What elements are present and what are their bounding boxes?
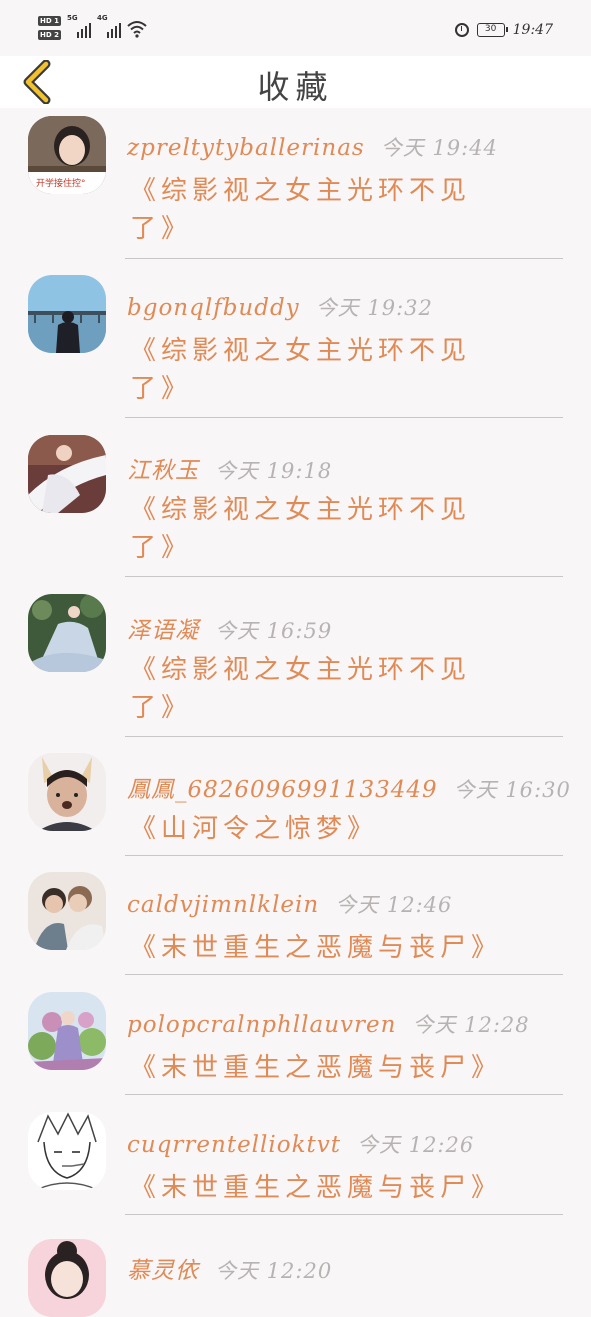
list-item[interactable]: 泽语凝 今天 16:59 《综影视之女主光环不见了》: [0, 587, 591, 746]
book-title[interactable]: 《末世重生之恶魔与丧尸》: [130, 1049, 510, 1087]
status-left: HD 1 HD 2 5G 4G: [38, 14, 147, 40]
user-name: 慕灵依: [127, 1258, 199, 1284]
book-title[interactable]: 《综影视之女主光环不见了》: [130, 332, 510, 408]
avatar[interactable]: [28, 435, 106, 513]
user-name-line: zpreltytyballerinas 今天 19:44: [127, 132, 498, 162]
favorite-time: 今天 19:18: [215, 459, 333, 483]
book-title[interactable]: 《综影视之女主光环不见了》: [130, 172, 510, 248]
favorites-list: 开学接住控° zpreltytyballerinas 今天 19:44 《综影视之…: [0, 108, 591, 1317]
favorite-time: 今天 12:28: [412, 1013, 530, 1037]
divider: [125, 1094, 563, 1095]
list-item[interactable]: 江秋玉 今天 19:18 《综影视之女主光环不见了》: [0, 427, 591, 587]
user-name: cuqrrentellioktvt: [127, 1132, 342, 1158]
favorite-time: 今天 19:32: [315, 296, 433, 320]
sim2-badge: HD 2: [38, 30, 61, 40]
favorite-time: 今天 12:20: [215, 1259, 333, 1283]
list-item[interactable]: 慕灵依 今天 12:20: [0, 1225, 591, 1317]
avatar[interactable]: [28, 872, 106, 950]
status-time: 19:47: [512, 22, 553, 38]
book-title[interactable]: 《末世重生之恶魔与丧尸》: [130, 929, 510, 967]
avatar[interactable]: 开学接住控°: [28, 116, 106, 194]
favorite-time: 今天 19:44: [380, 136, 498, 160]
net1-label: 5G: [66, 14, 78, 22]
avatar-caption: 开学接住控°: [36, 177, 86, 189]
book-title[interactable]: 《山河令之惊梦》: [130, 810, 510, 848]
user-name-line: caldvjimnlklein 今天 12:46: [127, 889, 452, 919]
favorite-time: 今天 12:26: [357, 1133, 475, 1157]
book-title[interactable]: 《综影视之女主光环不见了》: [130, 651, 510, 727]
net2-label: 4G: [96, 14, 108, 22]
status-bar: HD 1 HD 2 5G 4G 30 19:47: [0, 0, 591, 56]
signal-icon: 4G: [96, 14, 121, 38]
divider: [125, 1214, 563, 1215]
list-item[interactable]: polopcralnphllauvren 今天 12:28 《末世重生之恶魔与丧尸…: [0, 985, 591, 1105]
favorite-time: 今天 16:30: [453, 778, 571, 802]
divider: [125, 855, 563, 856]
user-name: zpreltytyballerinas: [127, 135, 365, 161]
divider: [125, 736, 563, 737]
battery-icon: 30: [476, 23, 508, 37]
list-item[interactable]: cuqrrentellioktvt 今天 12:26 《末世重生之恶魔与丧尸》: [0, 1105, 591, 1225]
user-name-line: 江秋玉 今天 19:18: [127, 451, 332, 485]
user-name: 江秋玉: [127, 458, 199, 484]
avatar[interactable]: [28, 1112, 106, 1190]
nav-bar: 收藏: [0, 56, 591, 108]
status-right: 30 19:47: [454, 22, 553, 38]
divider: [125, 258, 563, 259]
avatar[interactable]: [28, 1239, 106, 1317]
user-name: bgonqlfbuddy: [127, 295, 300, 321]
list-item[interactable]: bgonqlfbuddy 今天 19:32 《综影视之女主光环不见了》: [0, 268, 591, 427]
list-item[interactable]: 开学接住控° zpreltytyballerinas 今天 19:44 《综影视之…: [0, 108, 591, 268]
avatar[interactable]: [28, 753, 106, 831]
user-name-line: bgonqlfbuddy 今天 19:32: [127, 292, 433, 322]
page-title: 收藏: [257, 68, 334, 106]
avatar[interactable]: [28, 992, 106, 1070]
list-item[interactable]: caldvjimnlklein 今天 12:46 《末世重生之恶魔与丧尸》: [0, 865, 591, 985]
user-name-line: cuqrrentellioktvt 今天 12:26: [127, 1129, 474, 1159]
avatar[interactable]: [28, 275, 106, 353]
user-name-line: 泽语凝 今天 16:59: [127, 611, 332, 645]
list-item[interactable]: 鳳鳳_6826096991133449 今天 16:30 《山河令之惊梦》: [0, 746, 591, 865]
user-name-line: polopcralnphllauvren 今天 12:28: [127, 1009, 530, 1039]
sim1-badge: HD 1: [38, 16, 61, 26]
book-title[interactable]: 《综影视之女主光环不见了》: [130, 491, 510, 567]
user-name: 鳳鳳_6826096991133449: [127, 777, 438, 803]
user-name-line: 鳳鳳_6826096991133449 今天 16:30: [127, 770, 571, 804]
book-title[interactable]: 《末世重生之恶魔与丧尸》: [130, 1169, 510, 1207]
favorite-time: 今天 12:46: [335, 893, 453, 917]
user-name: 泽语凝: [127, 618, 199, 644]
user-name: caldvjimnlklein: [127, 892, 320, 918]
avatar[interactable]: [28, 594, 106, 672]
alarm-icon: [454, 23, 469, 37]
wifi-icon: [127, 21, 147, 38]
divider: [125, 974, 563, 975]
divider: [125, 417, 563, 418]
divider: [125, 576, 563, 577]
user-name: polopcralnphllauvren: [127, 1012, 397, 1038]
signal-icon: 5G: [66, 14, 91, 38]
favorite-time: 今天 16:59: [215, 619, 333, 643]
